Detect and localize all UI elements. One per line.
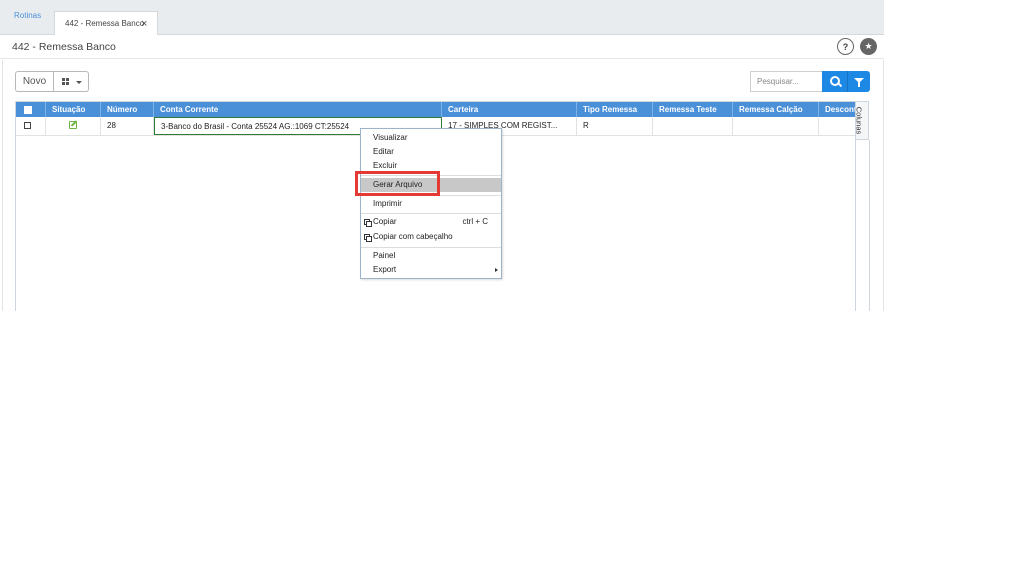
chevron-down-icon — [76, 81, 82, 84]
edit-icon[interactable] — [69, 121, 77, 129]
menu-item-export[interactable]: Export — [361, 263, 501, 277]
menu-item-editar[interactable]: Editar — [361, 145, 501, 159]
grid-icon — [62, 78, 70, 86]
menu-item-painel[interactable]: Painel — [361, 249, 501, 263]
columns-panel-tab[interactable]: Colunas — [854, 101, 869, 140]
column-header-remessa-teste[interactable]: Remessa Teste — [653, 102, 733, 117]
menu-separator — [361, 247, 501, 248]
app-window: Rotinas 442 - Remessa Banco × 442 - Reme… — [0, 0, 884, 311]
search-input[interactable] — [750, 71, 822, 92]
filter-button[interactable] — [847, 71, 870, 92]
column-header-desconto[interactable]: Descont — [819, 102, 855, 117]
column-header-conta-corrente[interactable]: Conta Corrente — [154, 102, 442, 117]
close-icon[interactable]: × — [141, 19, 147, 30]
view-mode-button[interactable] — [54, 71, 89, 92]
tab-remessa-banco[interactable]: 442 - Remessa Banco × — [54, 11, 158, 35]
row-select-cell[interactable] — [16, 117, 46, 135]
grid-header: Situação Número Conta Corrente Carteira … — [16, 102, 855, 117]
select-all-cell[interactable] — [16, 102, 46, 117]
row-checkbox[interactable] — [24, 122, 31, 129]
menu-separator — [361, 213, 501, 214]
column-header-carteira[interactable]: Carteira — [442, 102, 577, 117]
filter-icon — [854, 78, 864, 87]
annotation-highlight-box — [355, 171, 440, 196]
select-all-checkbox[interactable] — [24, 106, 32, 114]
copy-icon — [364, 219, 372, 227]
cell-numero[interactable]: 28 — [101, 117, 154, 135]
menu-item-copiar-com-cabecalho[interactable]: Copiar com cabeçalho — [361, 230, 501, 244]
context-menu: Visualizar Editar Excluir Gerar Arquivo … — [360, 128, 502, 279]
menu-item-copiar-label: Copiar — [373, 217, 397, 226]
cell-remessa-calcao[interactable] — [733, 117, 819, 135]
columns-tab-label: Colunas — [854, 106, 864, 135]
menu-item-visualizar[interactable]: Visualizar — [361, 131, 501, 145]
tab-rotinas[interactable]: Rotinas — [14, 11, 41, 20]
menu-item-imprimir[interactable]: Imprimir — [361, 197, 501, 211]
chevron-right-icon — [495, 268, 498, 272]
cell-remessa-teste[interactable] — [653, 117, 733, 135]
columns-panel-border — [869, 140, 870, 311]
help-icon[interactable]: ? — [837, 38, 854, 55]
menu-item-copiar-com-cabecalho-label: Copiar com cabeçalho — [373, 232, 453, 241]
page-header: 442 - Remessa Banco ? ★ — [0, 35, 884, 59]
cell-desconto[interactable] — [819, 117, 855, 135]
column-header-tipo-remessa[interactable]: Tipo Remessa — [577, 102, 653, 117]
search-button[interactable] — [822, 71, 847, 92]
tab-remessa-banco-label: 442 - Remessa Banco — [65, 19, 145, 28]
column-header-situacao[interactable]: Situação — [46, 102, 101, 117]
column-header-remessa-calcao[interactable]: Remessa Calção — [733, 102, 819, 117]
new-button[interactable]: Novo — [15, 71, 54, 92]
star-icon[interactable]: ★ — [860, 38, 877, 55]
cell-situacao[interactable] — [46, 117, 101, 135]
menu-item-export-label: Export — [373, 265, 397, 274]
tab-bar: Rotinas 442 - Remessa Banco × — [0, 0, 884, 35]
page-title: 442 - Remessa Banco — [12, 41, 116, 53]
cell-tipo-remessa[interactable]: R — [577, 117, 653, 135]
copy-shortcut: ctrl + C — [462, 217, 488, 226]
search-icon — [830, 76, 840, 86]
menu-item-copiar[interactable]: Copiar ctrl + C — [361, 215, 501, 229]
column-header-numero[interactable]: Número — [101, 102, 154, 117]
copy-icon — [364, 234, 372, 242]
